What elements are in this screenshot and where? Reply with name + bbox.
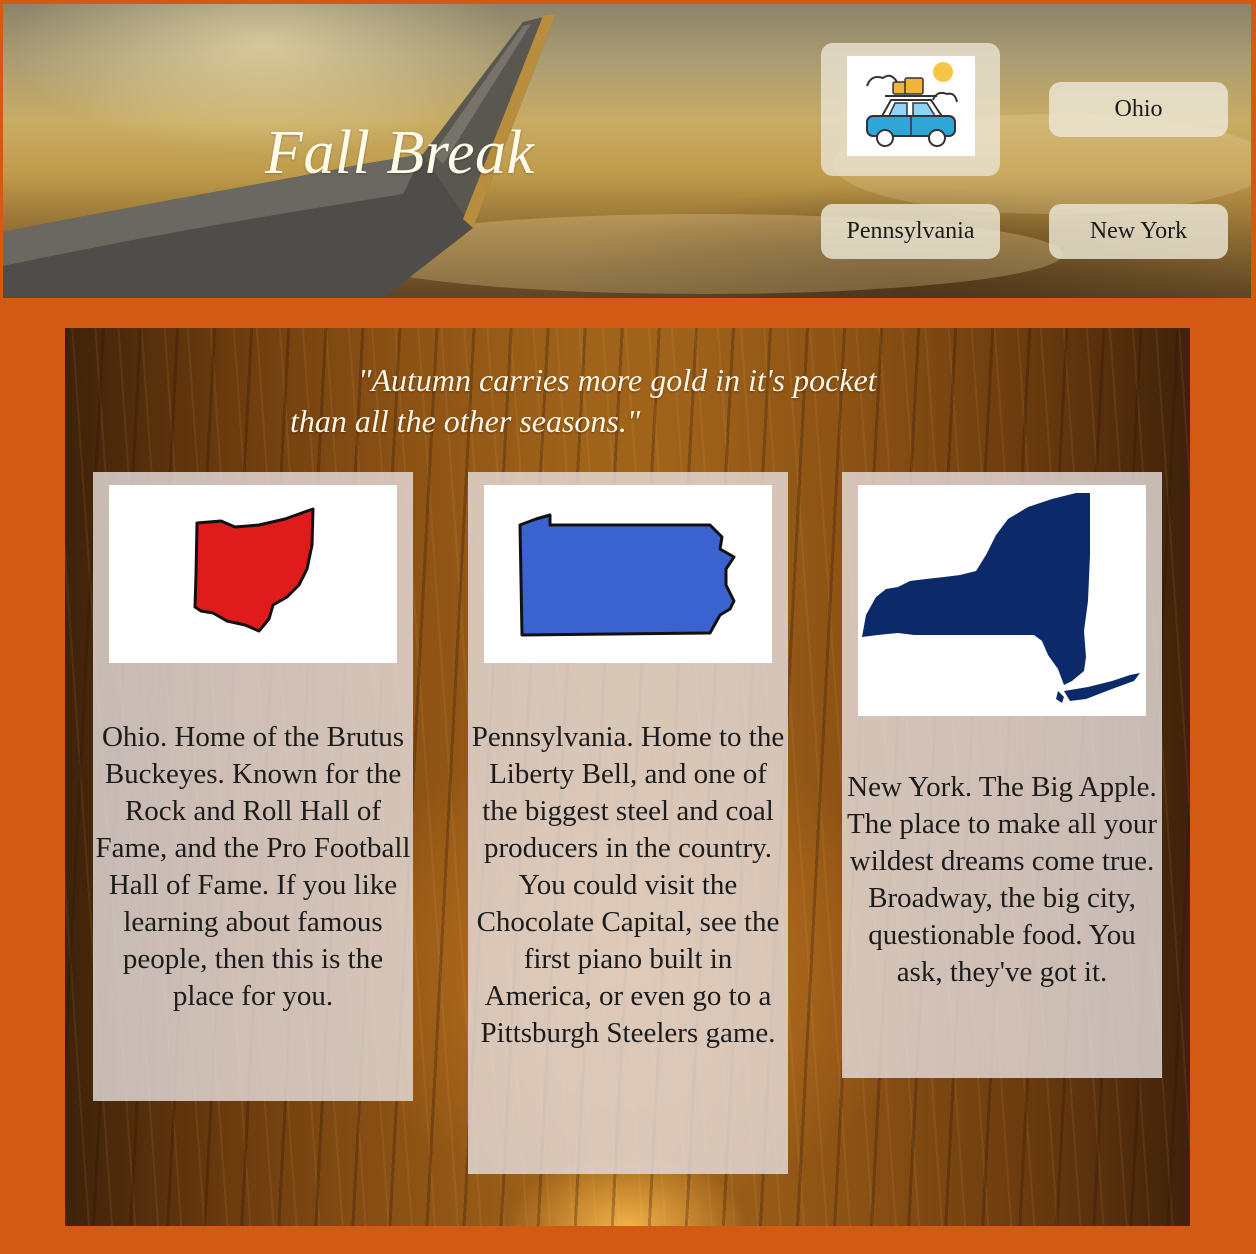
state-card-ohio: Ohio. Home of the Brutus Buckeyes. Known… (93, 472, 413, 1101)
card-description: Ohio. Home of the Brutus Buckeyes. Known… (95, 721, 411, 1012)
card-description: Pennsylvania. Home to the Liberty Bell, … (471, 721, 785, 1049)
car-with-luggage-icon (847, 56, 975, 156)
state-card-pennsylvania: Pennsylvania. Home to the Liberty Bell, … (468, 472, 788, 1174)
logo-card[interactable] (821, 43, 1000, 176)
nav-button-pennsylvania[interactable]: Pennsylvania (821, 204, 1000, 259)
quote-line-2: than all the other seasons." (290, 403, 641, 439)
nav-button-new-york[interactable]: New York (1049, 204, 1228, 259)
pennsylvania-map-icon (484, 485, 772, 663)
state-card-new-york: New York. The Big Apple. The place to ma… (842, 472, 1162, 1078)
ohio-map-icon (109, 485, 397, 663)
nav-button-ohio[interactable]: Ohio (1049, 82, 1228, 137)
new-york-map-icon (858, 485, 1146, 716)
header-banner: Fall Break Ohio Pennsylvania New York (3, 4, 1251, 298)
quote-line-1: "Autumn carries more gold in it's pocket (358, 362, 877, 398)
card-description: New York. The Big Apple. The place to ma… (846, 771, 1157, 988)
site-title: Fall Break (265, 119, 535, 187)
autumn-forest-panel: "Autumn carries more gold in it's pocket… (65, 328, 1190, 1226)
